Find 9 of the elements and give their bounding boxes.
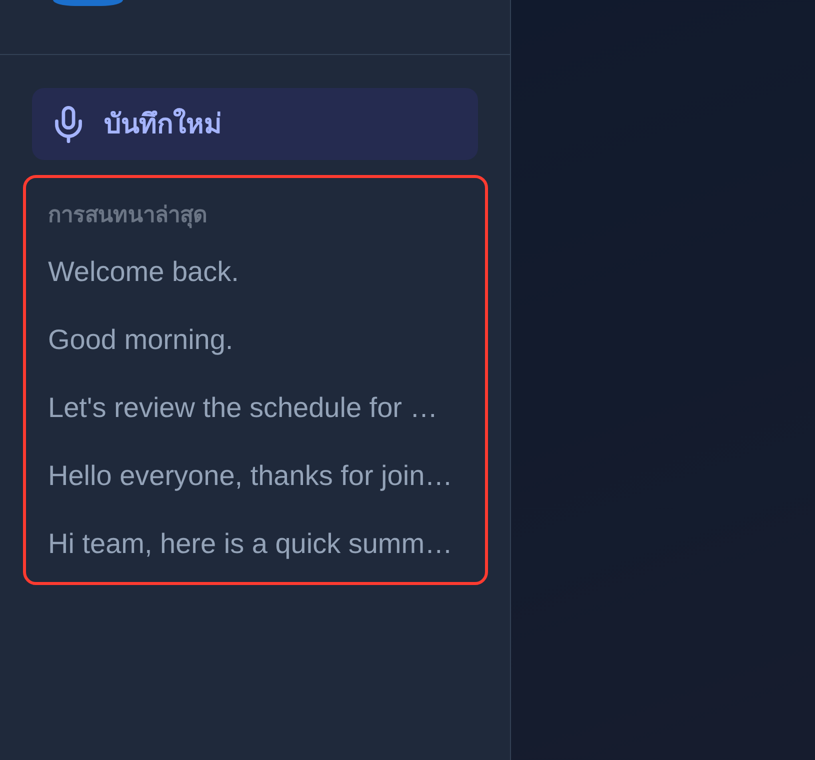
conversation-item[interactable]: Hello everyone, thanks for join…: [48, 459, 453, 493]
conversation-item[interactable]: Hi team, here is a quick summ…: [48, 527, 453, 561]
conversation-item[interactable]: Good morning.: [48, 323, 234, 357]
microphone-icon: [55, 106, 82, 142]
new-recording-button[interactable]: บันทึกใหม่: [32, 88, 478, 160]
cut-off-button[interactable]: [53, 0, 123, 6]
conversation-item[interactable]: Let's review the schedule for …: [48, 391, 438, 425]
recent-conversations-heading: การสนทนาล่าสุด: [48, 201, 208, 229]
conversation-item[interactable]: Welcome back.: [48, 255, 239, 289]
